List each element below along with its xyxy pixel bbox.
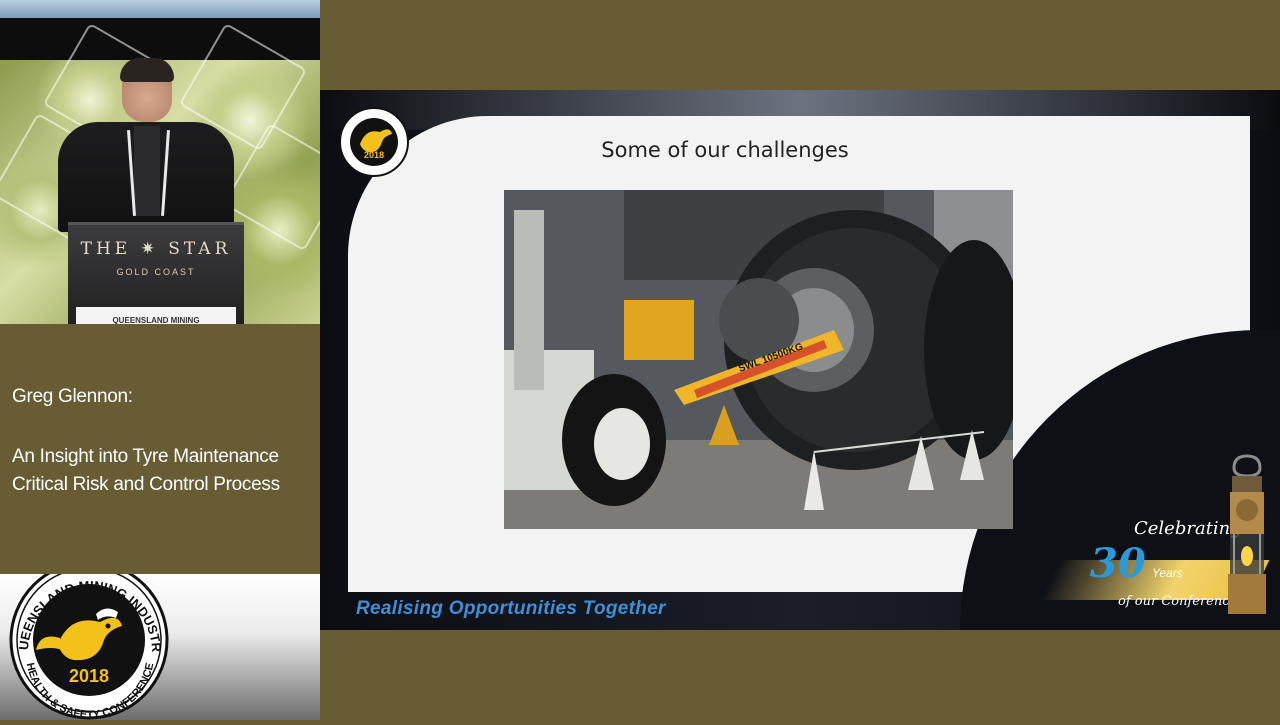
speaker-video: THE ✷ STAR GOLD COAST QUEENSLAND MINING — [0, 0, 320, 324]
tyre-handler-photo: SWL 10500KG — [504, 190, 1013, 529]
tyre-handler-illustration: SWL 10500KG — [504, 190, 1013, 529]
slide: 2018 Some of our challenges SWL 10500KG — [320, 90, 1280, 630]
celebrating-years: Years — [1152, 566, 1183, 580]
podium-logo: THE ✷ STAR — [80, 239, 232, 259]
conference-badge-logo: QUEENSLAND MINING INDUSTRY HEALTH & SAFE… — [0, 560, 169, 721]
talk-title: An Insight into Tyre Maintenance Critica… — [12, 443, 280, 499]
speaker-hair — [120, 58, 174, 82]
slide-tagline: Realising Opportunities Together — [356, 598, 666, 619]
talk-title-line: An Insight into Tyre Maintenance — [12, 446, 279, 467]
celebrating-number: 30 — [1090, 540, 1146, 587]
stage-screen — [0, 0, 320, 18]
miners-lamp-icon — [1228, 454, 1266, 614]
podium: THE ✷ STAR GOLD COAST QUEENSLAND MINING — [68, 222, 244, 324]
badge-area: QUEENSLAND MINING INDUSTRY HEALTH & SAFE… — [0, 560, 320, 721]
podium-subtitle: GOLD COAST — [116, 267, 196, 277]
speaker-name: Greg Glennon: — [12, 386, 133, 407]
badge-year: 2018 — [69, 666, 109, 686]
speaker-shirt — [134, 126, 160, 216]
talk-title-line: Critical Risk and Control Process — [12, 474, 280, 495]
podium-banner: QUEENSLAND MINING — [76, 307, 236, 324]
slide-title: Some of our challenges — [601, 138, 849, 162]
